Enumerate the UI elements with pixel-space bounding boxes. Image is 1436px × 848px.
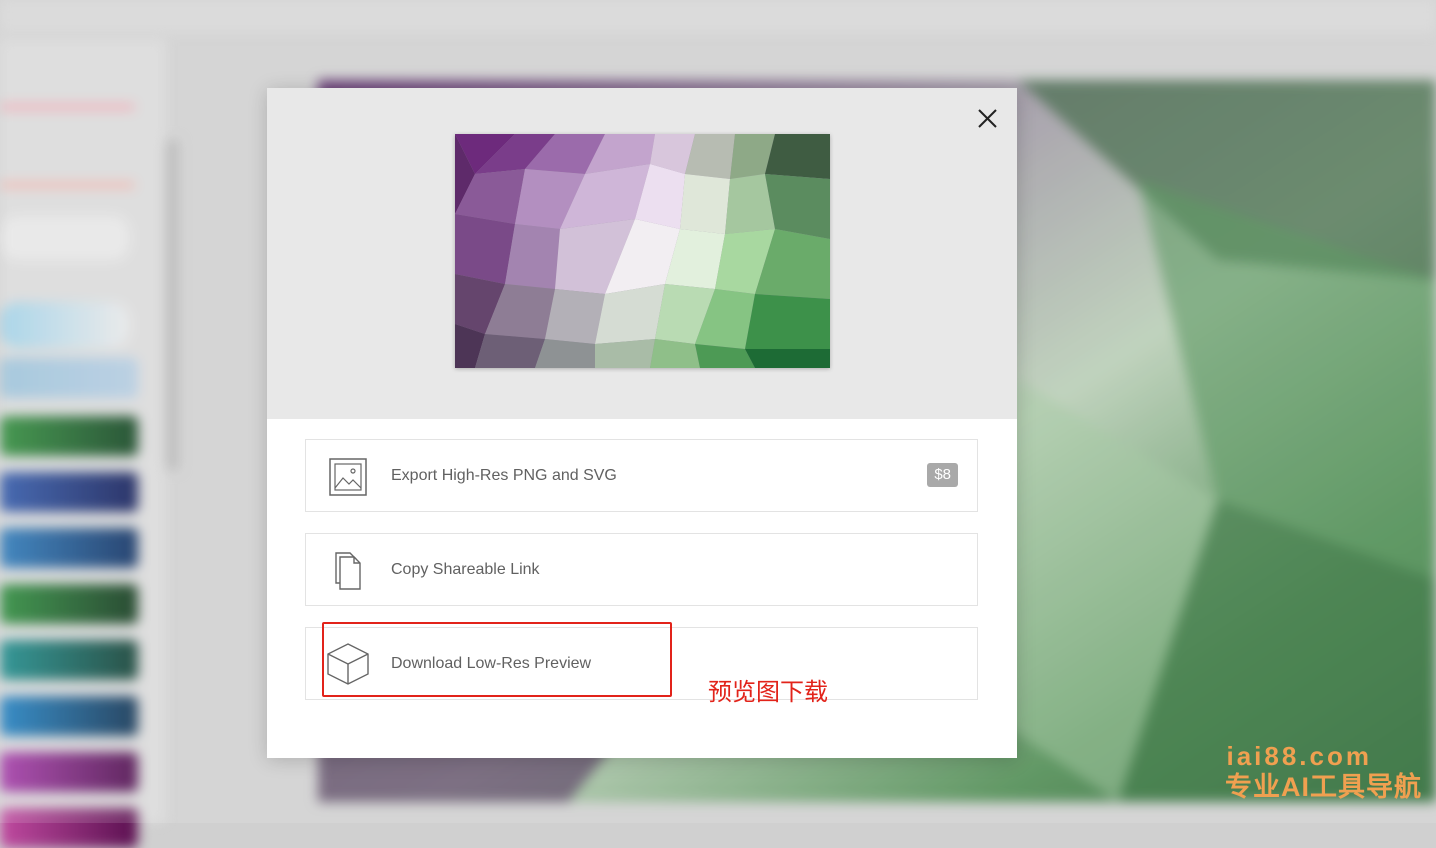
close-button[interactable] [973,104,1003,134]
export-high-res-option[interactable]: Export High-Res PNG and SVG $8 [305,439,978,512]
pattern-preview-image [455,134,830,368]
option-label: Export High-Res PNG and SVG [391,467,617,484]
copy-shareable-link-option[interactable]: Copy Shareable Link [305,533,978,606]
document-copy-icon [328,551,368,591]
annotation-label: 预览图下载 [708,679,828,706]
annotation-highlight-box [322,622,672,697]
price-badge: $8 [927,463,958,487]
image-icon [328,457,368,497]
watermark-domain: iai88.com [1226,741,1372,771]
watermark-slogan: 专业AI工具导航 [1225,771,1422,802]
option-label: Copy Shareable Link [391,561,540,578]
watermark: iai88.com 专业AI工具导航 [1225,741,1422,803]
preview-area [267,88,1017,419]
close-icon [978,109,997,128]
